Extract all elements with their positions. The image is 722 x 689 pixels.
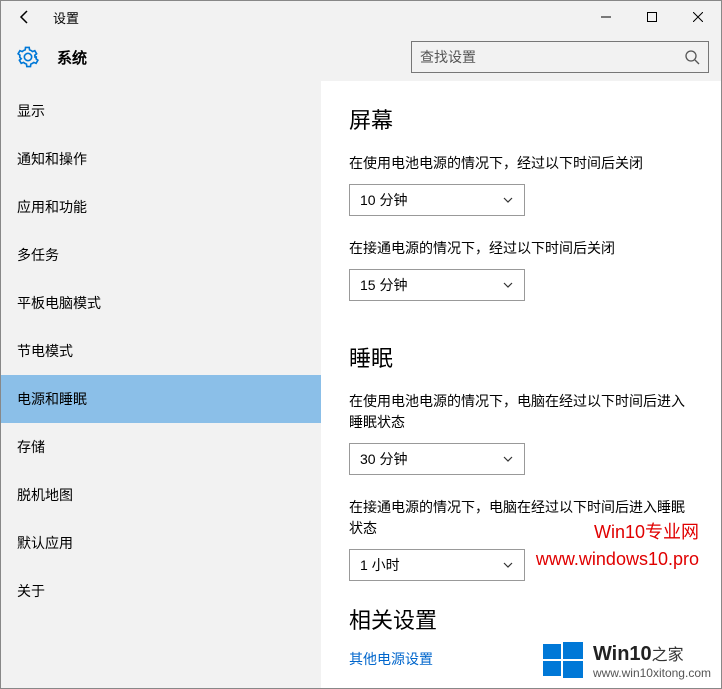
sidebar-item-offline-maps[interactable]: 脱机地图	[1, 471, 321, 519]
sidebar-item-multitasking[interactable]: 多任务	[1, 231, 321, 279]
section-title-screen: 屏幕	[349, 103, 693, 135]
content-panel: 屏幕 在使用电池电源的情况下，经过以下时间后关闭 10 分钟 在接通电源的情况下…	[321, 81, 721, 688]
sidebar-item-label: 关于	[17, 581, 45, 601]
close-button[interactable]	[675, 1, 721, 33]
header-title: 系统	[57, 47, 87, 68]
dropdown-value: 10 分钟	[360, 190, 502, 210]
sidebar-item-label: 多任务	[17, 245, 59, 265]
sidebar-item-power-sleep[interactable]: 电源和睡眠	[1, 375, 321, 423]
sleep-plugged-label: 在接通电源的情况下，电脑在经过以下时间后进入睡眠状态	[349, 497, 693, 539]
screen-battery-dropdown[interactable]: 10 分钟	[349, 184, 525, 216]
sidebar-item-label: 电源和睡眠	[17, 389, 87, 409]
sidebar-item-label: 显示	[17, 101, 45, 121]
sidebar-item-about[interactable]: 关于	[1, 567, 321, 615]
dropdown-value: 1 小时	[360, 555, 502, 575]
screen-plugged-dropdown[interactable]: 15 分钟	[349, 269, 525, 301]
sidebar-item-battery[interactable]: 节电模式	[1, 327, 321, 375]
sidebar-item-label: 平板电脑模式	[17, 293, 101, 313]
sidebar-item-notifications[interactable]: 通知和操作	[1, 135, 321, 183]
sidebar-item-apps[interactable]: 应用和功能	[1, 183, 321, 231]
close-icon	[693, 12, 703, 22]
maximize-icon	[647, 12, 657, 22]
chevron-down-icon	[502, 453, 514, 465]
watermark-line2: www.windows10.pro	[536, 546, 699, 573]
sleep-battery-label: 在使用电池电源的情况下，电脑在经过以下时间后进入睡眠状态	[349, 391, 693, 433]
sidebar-item-label: 节电模式	[17, 341, 73, 361]
sleep-battery-dropdown[interactable]: 30 分钟	[349, 443, 525, 475]
sidebar: 显示 通知和操作 应用和功能 多任务 平板电脑模式 节电模式 电源和睡眠 存储 …	[1, 81, 321, 688]
back-button[interactable]	[1, 1, 49, 33]
header: 系统 查找设置	[1, 33, 721, 81]
sidebar-item-label: 默认应用	[17, 533, 73, 553]
sidebar-item-label: 应用和功能	[17, 197, 87, 217]
sidebar-item-label: 存储	[17, 437, 45, 457]
search-input[interactable]: 查找设置	[411, 41, 709, 73]
dropdown-value: 30 分钟	[360, 449, 502, 469]
arrow-left-icon	[17, 9, 33, 25]
section-title-sleep: 睡眠	[349, 341, 693, 373]
sidebar-item-display[interactable]: 显示	[1, 87, 321, 135]
sleep-plugged-dropdown[interactable]: 1 小时	[349, 549, 525, 581]
related-title: 相关设置	[349, 603, 693, 635]
chevron-down-icon	[502, 279, 514, 291]
search-icon	[684, 49, 700, 65]
sidebar-item-storage[interactable]: 存储	[1, 423, 321, 471]
sidebar-item-default-apps[interactable]: 默认应用	[1, 519, 321, 567]
minimize-button[interactable]	[583, 1, 629, 33]
sidebar-item-tablet[interactable]: 平板电脑模式	[1, 279, 321, 327]
related-link-other-power[interactable]: 其他电源设置	[349, 649, 693, 669]
dropdown-value: 15 分钟	[360, 275, 502, 295]
maximize-button[interactable]	[629, 1, 675, 33]
window-title: 设置	[49, 8, 79, 27]
gear-icon	[17, 46, 39, 68]
chevron-down-icon	[502, 559, 514, 571]
minimize-icon	[601, 12, 611, 22]
titlebar: 设置	[1, 1, 721, 33]
search-placeholder: 查找设置	[420, 47, 684, 67]
screen-plugged-label: 在接通电源的情况下，经过以下时间后关闭	[349, 238, 693, 259]
main-body: 显示 通知和操作 应用和功能 多任务 平板电脑模式 节电模式 电源和睡眠 存储 …	[1, 81, 721, 688]
sidebar-item-label: 脱机地图	[17, 485, 73, 505]
screen-battery-label: 在使用电池电源的情况下，经过以下时间后关闭	[349, 153, 693, 174]
chevron-down-icon	[502, 194, 514, 206]
sidebar-item-label: 通知和操作	[17, 149, 87, 169]
